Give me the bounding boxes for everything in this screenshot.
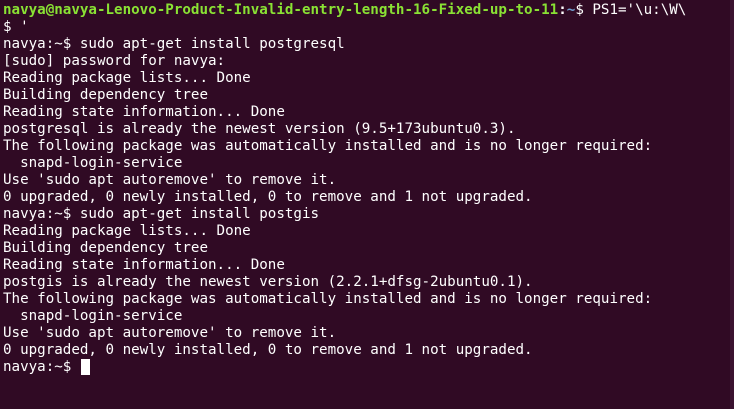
output-line: Reading package lists... Done [3,70,251,86]
prompt-command: $ PS1='\u:\W\ [575,2,687,18]
output-line: Reading state information... Done [3,257,285,273]
output-line: Use 'sudo apt autoremove' to remove it. [3,172,337,188]
prompt-user-host: navya@navya-Lenovo-Product-Invalid-entry… [3,2,559,18]
output-line: 0 upgraded, 0 newly installed, 0 to remo… [3,189,533,205]
first-prompt-line: navya@navya-Lenovo-Product-Invalid-entry… [3,2,734,19]
output-line: Building dependency tree [3,87,208,103]
output-line: navya:~$ sudo apt-get install postgresql [3,36,345,52]
scrollbar[interactable] [730,0,734,409]
output-line: 0 upgraded, 0 newly installed, 0 to remo… [3,342,533,358]
wrapped-command-line: $ ' [3,19,29,35]
text-cursor [80,359,90,375]
terminal-window[interactable]: navya@navya-Lenovo-Product-Invalid-entry… [0,0,734,409]
output-line: Building dependency tree [3,240,208,256]
prompt-separator: : [558,2,567,18]
output-line: postgresql is already the newest version… [3,121,516,137]
output-line: The following package was automatically … [3,138,653,154]
output-line: The following package was automatically … [3,291,653,307]
output-line: snapd-login-service [3,308,183,324]
output-line: postgis is already the newest version (2… [3,274,533,290]
output-line: [sudo] password for navya: [3,53,226,69]
output-line: Reading state information... Done [3,104,285,120]
output-line: navya:~$ sudo apt-get install postgis [3,206,320,222]
current-prompt: navya:~$ [3,359,80,375]
output-line: Use 'sudo apt autoremove' to remove it. [3,325,337,341]
output-line: Reading package lists... Done [3,223,251,239]
current-prompt-line[interactable]: navya:~$ [3,359,734,376]
output-line: snapd-login-service [3,155,183,171]
